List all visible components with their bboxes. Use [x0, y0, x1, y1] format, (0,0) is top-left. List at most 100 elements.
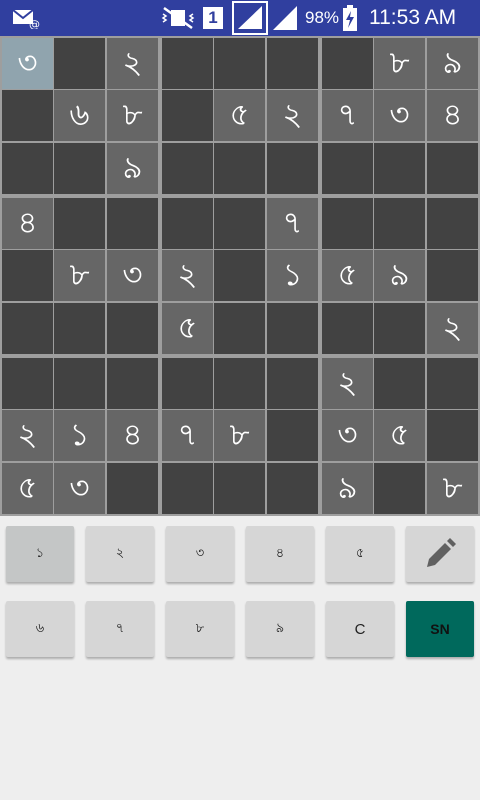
sudoku-cell[interactable] — [374, 198, 425, 249]
sn-button[interactable]: SN — [406, 601, 474, 657]
sudoku-cell[interactable]: ৯ — [427, 38, 478, 89]
key-6[interactable]: ৬ — [6, 601, 74, 657]
sudoku-cell[interactable] — [2, 250, 53, 301]
sudoku-cell[interactable] — [162, 143, 213, 194]
sudoku-cell[interactable] — [214, 303, 265, 354]
sudoku-cell[interactable]: ৩ — [54, 463, 105, 514]
sudoku-cell[interactable] — [107, 358, 158, 409]
key-3[interactable]: ৩ — [166, 526, 234, 582]
sudoku-cell[interactable] — [162, 358, 213, 409]
sudoku-cell[interactable] — [162, 90, 213, 141]
pencil-icon — [427, 538, 456, 567]
sudoku-cell[interactable] — [427, 410, 478, 461]
sudoku-cell[interactable]: ৬ — [54, 90, 105, 141]
sudoku-cell[interactable]: ৯ — [107, 143, 158, 194]
sudoku-cell[interactable] — [162, 198, 213, 249]
sudoku-cell[interactable] — [214, 38, 265, 89]
sudoku-cell[interactable]: ১ — [54, 410, 105, 461]
sudoku-cell[interactable]: ৯ — [322, 463, 373, 514]
sudoku-cell[interactable]: ৫ — [374, 410, 425, 461]
sudoku-cell[interactable] — [267, 410, 318, 461]
signal-sim2-icon — [272, 0, 298, 36]
sudoku-cell[interactable]: ৮ — [54, 250, 105, 301]
key-8[interactable]: ৮ — [166, 601, 234, 657]
sudoku-cell[interactable] — [322, 303, 373, 354]
sudoku-cell[interactable]: ২ — [267, 90, 318, 141]
sudoku-cell[interactable]: ৩ — [322, 410, 373, 461]
sudoku-cell[interactable]: ৪ — [427, 90, 478, 141]
sudoku-cell[interactable] — [2, 90, 53, 141]
sudoku-cell[interactable]: ৩ — [107, 250, 158, 301]
key-7[interactable]: ৭ — [86, 601, 154, 657]
sudoku-cell[interactable]: ৮ — [107, 90, 158, 141]
clear-button[interactable]: C — [326, 601, 394, 657]
mute-vibrate-icon — [160, 0, 196, 36]
sudoku-cell[interactable] — [374, 463, 425, 514]
sudoku-cell[interactable] — [107, 463, 158, 514]
key-9[interactable]: ৯ — [246, 601, 314, 657]
sudoku-cell[interactable] — [2, 143, 53, 194]
sudoku-cell[interactable]: ২ — [107, 38, 158, 89]
sudoku-cell[interactable]: ৯ — [374, 250, 425, 301]
sudoku-cell[interactable] — [267, 303, 318, 354]
sudoku-cell[interactable] — [214, 358, 265, 409]
sudoku-cell[interactable] — [214, 143, 265, 194]
clock: 11:53 AM — [369, 6, 457, 29]
sudoku-cell[interactable]: ২ — [162, 250, 213, 301]
sudoku-cell[interactable] — [214, 198, 265, 249]
sudoku-cell[interactable]: ৫ — [162, 303, 213, 354]
sudoku-cell[interactable]: ৮ — [214, 410, 265, 461]
battery-charging-icon — [343, 0, 357, 36]
key-4[interactable]: ৪ — [246, 526, 314, 582]
sudoku-cell[interactable] — [267, 143, 318, 194]
sudoku-cell[interactable]: ৪ — [2, 198, 53, 249]
sudoku-cell[interactable] — [322, 198, 373, 249]
sudoku-cell[interactable]: ৮ — [427, 463, 478, 514]
sudoku-cell[interactable]: ৪ — [107, 410, 158, 461]
sudoku-cell[interactable] — [374, 303, 425, 354]
sudoku-cell[interactable] — [267, 38, 318, 89]
sudoku-cell[interactable] — [427, 250, 478, 301]
sudoku-cell[interactable]: ২ — [2, 410, 53, 461]
sudoku-cell[interactable] — [322, 143, 373, 194]
sudoku-cell[interactable]: ১ — [267, 250, 318, 301]
sudoku-cell[interactable] — [107, 198, 158, 249]
sudoku-board: ৩২৮৯৬৮৫২৭৩৪৯৪৭৮৩২১৫৯৫২২২১৪৭৮৩৫৫৩৯৮ — [0, 36, 480, 516]
sudoku-cell[interactable] — [214, 463, 265, 514]
sim-1-label: 1 — [203, 7, 223, 29]
sudoku-cell[interactable] — [2, 358, 53, 409]
key-2[interactable]: ২ — [86, 526, 154, 582]
sudoku-cell[interactable]: ২ — [427, 303, 478, 354]
sudoku-cell[interactable] — [162, 463, 213, 514]
pencil-button[interactable] — [406, 526, 474, 582]
sudoku-cell[interactable]: ৮ — [374, 38, 425, 89]
sudoku-cell[interactable] — [54, 143, 105, 194]
sudoku-cell[interactable] — [427, 143, 478, 194]
sudoku-cell[interactable] — [267, 358, 318, 409]
sudoku-cell[interactable] — [374, 358, 425, 409]
sudoku-cell[interactable]: ৭ — [322, 90, 373, 141]
sudoku-cell[interactable]: ৫ — [214, 90, 265, 141]
sudoku-cell[interactable] — [162, 38, 213, 89]
key-5[interactable]: ৫ — [326, 526, 394, 582]
sudoku-cell[interactable] — [107, 303, 158, 354]
sudoku-cell[interactable] — [374, 143, 425, 194]
sudoku-cell[interactable] — [54, 38, 105, 89]
sudoku-cell[interactable] — [54, 358, 105, 409]
sudoku-cell[interactable] — [427, 358, 478, 409]
sudoku-cell[interactable]: ২ — [322, 358, 373, 409]
sudoku-cell[interactable] — [267, 463, 318, 514]
key-1[interactable]: ১ — [6, 526, 74, 582]
sudoku-cell[interactable] — [54, 303, 105, 354]
sudoku-cell[interactable] — [54, 198, 105, 249]
sudoku-cell[interactable]: ৭ — [267, 198, 318, 249]
sudoku-cell[interactable] — [427, 198, 478, 249]
sudoku-cell[interactable]: ৩ — [374, 90, 425, 141]
sudoku-cell[interactable]: ৭ — [162, 410, 213, 461]
sudoku-cell[interactable]: ৫ — [322, 250, 373, 301]
sudoku-cell[interactable]: ৫ — [2, 463, 53, 514]
sudoku-cell[interactable] — [214, 250, 265, 301]
sudoku-cell[interactable] — [322, 38, 373, 89]
sudoku-cell[interactable] — [2, 303, 53, 354]
sudoku-cell[interactable]: ৩ — [2, 38, 53, 89]
